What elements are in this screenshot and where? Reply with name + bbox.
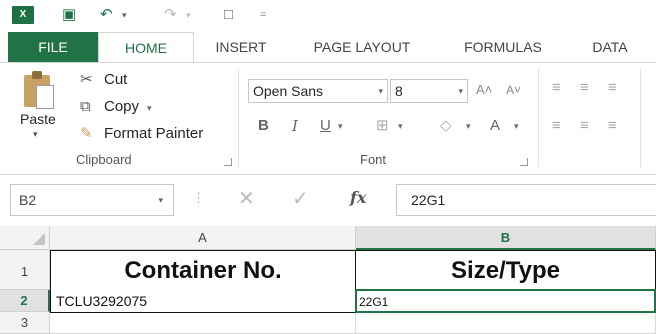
- format-painter-label: Format Painter: [104, 125, 204, 142]
- clipboard-group-label: Clipboard: [76, 152, 132, 167]
- cell-b3[interactable]: [356, 313, 656, 334]
- chevron-down-icon: ▾: [33, 129, 38, 139]
- fill-color-icon[interactable]: ◇: [440, 115, 452, 137]
- font-name-select[interactable]: Open Sans ▾: [248, 79, 388, 103]
- copy-label: Copy: [104, 98, 140, 115]
- chevron-down-icon[interactable]: ▾: [466, 115, 471, 137]
- chevron-down-icon[interactable]: ▾: [338, 115, 343, 137]
- worksheet-grid: A B 1 2 3 Container No. Size/Type TCLU32…: [0, 226, 656, 334]
- tab-file[interactable]: FILE: [8, 32, 98, 62]
- more-options-icon: ⋮: [192, 190, 205, 205]
- copy-button[interactable]: ⧉ Copy ▾: [80, 96, 152, 118]
- font-name-value: Open Sans: [253, 83, 324, 99]
- enter-icon[interactable]: ✓: [292, 186, 309, 211]
- chevron-down-icon: ▾: [458, 86, 463, 96]
- format-painter-button[interactable]: ✎ Format Painter: [80, 123, 203, 145]
- borders-icon[interactable]: ⊞: [376, 115, 389, 137]
- row-header-3[interactable]: 3: [0, 312, 50, 334]
- align-left-icon[interactable]: ≡: [552, 115, 561, 137]
- italic-icon[interactable]: I: [292, 115, 298, 137]
- chevron-down-icon: ▾: [147, 103, 152, 113]
- chevron-down-icon: ▾: [158, 195, 163, 205]
- tab-insert[interactable]: INSERT: [204, 32, 278, 62]
- new-document-icon[interactable]: □: [224, 5, 233, 25]
- column-header-b[interactable]: B: [356, 226, 656, 250]
- paste-label: Paste: [20, 111, 56, 127]
- cell-a3[interactable]: [50, 313, 356, 334]
- cut-button[interactable]: ✂ Cut: [80, 69, 127, 91]
- redo-dropdown-icon[interactable]: ▾: [186, 5, 191, 25]
- customize-toolbar-icon[interactable]: =: [260, 5, 266, 25]
- undo-icon[interactable]: ↶: [100, 5, 113, 25]
- tab-formulas[interactable]: FORMULAS: [446, 32, 560, 62]
- scissors-icon: ✂: [80, 71, 93, 88]
- shrink-font-icon[interactable]: A˅: [506, 79, 521, 101]
- font-color-icon[interactable]: A: [490, 115, 500, 137]
- formula-input[interactable]: 22G1: [396, 184, 656, 216]
- cell-a2[interactable]: TCLU3292075: [50, 289, 356, 313]
- font-size-select[interactable]: 8 ▾: [390, 79, 468, 103]
- ribbon-tabs: FILE HOME INSERT PAGE LAYOUT FORMULAS DA…: [0, 32, 656, 63]
- align-right-icon[interactable]: ≡: [608, 115, 617, 137]
- ribbon-home: Paste ▾ ✂ Cut ⧉ Copy ▾ ✎ Format Painter Clip…: [0, 62, 656, 175]
- row-header-2[interactable]: 2: [0, 290, 50, 312]
- chevron-down-icon[interactable]: ▾: [514, 115, 519, 137]
- save-icon[interactable]: ▣: [62, 5, 76, 25]
- underline-icon[interactable]: U: [320, 115, 331, 137]
- redo-icon[interactable]: ↷: [164, 5, 177, 25]
- tab-data[interactable]: DATA: [578, 32, 642, 62]
- cut-label: Cut: [104, 71, 128, 88]
- align-top-icon[interactable]: ≡: [552, 77, 561, 99]
- font-launcher-icon[interactable]: [520, 158, 528, 166]
- cell-b2[interactable]: 22G1: [355, 289, 656, 313]
- group-divider: [538, 69, 539, 167]
- insert-function-icon[interactable]: fx: [350, 188, 366, 207]
- align-bottom-icon[interactable]: ≡: [608, 77, 617, 99]
- cancel-icon[interactable]: ✕: [238, 186, 255, 211]
- excel-logo-icon: X: [12, 6, 34, 24]
- row-header-1[interactable]: 1: [0, 250, 50, 290]
- cell-b1[interactable]: Size/Type: [355, 250, 656, 290]
- undo-dropdown-icon[interactable]: ▾: [122, 5, 127, 25]
- group-divider: [640, 69, 641, 167]
- align-center-icon[interactable]: ≡: [580, 115, 589, 137]
- column-header-a[interactable]: A: [50, 226, 356, 250]
- grow-font-icon[interactable]: A˄: [476, 79, 492, 101]
- font-group-label: Font: [360, 152, 387, 167]
- select-all-button[interactable]: [0, 226, 50, 250]
- paste-icon: [24, 71, 54, 109]
- bold-icon[interactable]: B: [258, 115, 269, 137]
- name-box-value: B2: [19, 192, 37, 208]
- group-divider: [238, 69, 239, 167]
- name-box[interactable]: B2 ▾: [10, 184, 174, 216]
- quick-access-toolbar: X ▣ ↶ ▾ ↷ ▾ □ =: [0, 0, 656, 30]
- chevron-down-icon: ▾: [378, 86, 383, 96]
- paintbrush-icon: ✎: [80, 125, 93, 142]
- tab-page-layout[interactable]: PAGE LAYOUT: [296, 32, 428, 62]
- align-middle-icon[interactable]: ≡: [580, 77, 589, 99]
- clipboard-launcher-icon[interactable]: [224, 158, 232, 166]
- font-size-value: 8: [395, 83, 403, 99]
- chevron-down-icon[interactable]: ▾: [398, 115, 403, 137]
- tab-home[interactable]: HOME: [98, 32, 194, 63]
- copy-icon: ⧉: [80, 98, 91, 115]
- formula-bar-area: B2 ▾ ⋮ ✕ ✓ fx 22G1: [0, 178, 656, 222]
- cell-a1[interactable]: Container No.: [50, 250, 356, 290]
